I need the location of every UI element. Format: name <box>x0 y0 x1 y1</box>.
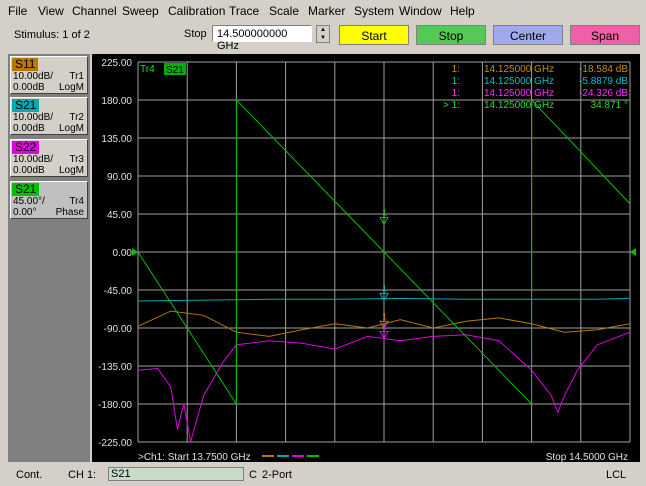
trace-box-tr1[interactable]: S11 10.00dB/ Tr1 0.00dB LogM <box>10 56 88 94</box>
start-button[interactable]: Start <box>339 25 409 45</box>
reference-left-icon <box>132 248 138 256</box>
menu-system[interactable]: System <box>354 4 394 18</box>
trace-ref: 0.00° <box>13 207 37 218</box>
menu-channel[interactable]: Channel <box>72 4 117 18</box>
menu-view[interactable]: View <box>38 4 64 18</box>
y-tick-label: 90.00 <box>107 172 132 183</box>
menu-file[interactable]: File <box>8 4 27 18</box>
marker-number: 1 <box>382 208 387 218</box>
trace-scale: 10.00dB/ <box>13 154 54 165</box>
trace-format: Phase <box>55 207 84 218</box>
status-bar: Cont. CH 1: S21 C 2-Port LCL <box>0 464 646 486</box>
spin-down-icon[interactable]: ▼ <box>317 34 329 42</box>
span-button[interactable]: Span <box>570 25 640 45</box>
marker-readout-label: 1: <box>452 88 460 99</box>
y-tick-label: 0.00 <box>113 248 133 259</box>
y-tick-label: 135.00 <box>101 134 132 145</box>
center-button[interactable]: Center <box>493 25 563 45</box>
trace-param: S21 <box>12 99 40 112</box>
marker-number: 1 <box>382 311 387 321</box>
menu-marker[interactable]: Marker <box>308 4 345 18</box>
stop-button[interactable]: Stop <box>416 25 486 45</box>
cal-indicator: C <box>249 469 257 481</box>
menu-calibration[interactable]: Calibration <box>168 4 225 18</box>
menu-sweep[interactable]: Sweep <box>122 4 159 18</box>
measurement-chart[interactable]: 225.00 180.00 135.00 90.00 45.00 0.00 -45.00 -9… <box>92 54 640 463</box>
trace-box-tr2[interactable]: S21 10.00dB/ Tr2 0.00dB LogM <box>10 97 88 135</box>
active-trace-field: S21 <box>108 467 244 481</box>
y-tick-label: -45.00 <box>104 286 133 297</box>
marker-readout-freq: 14.125000 GHz <box>484 76 554 87</box>
marker-readout-value: 34.871 ° <box>591 100 628 111</box>
y-tick-label: 180.00 <box>101 96 132 107</box>
marker-readout-value: -5.8879 dB <box>579 76 628 87</box>
trace-number: Tr4 <box>69 196 84 207</box>
stop-frequency-label: Stop 14.5000 GHz <box>546 452 628 462</box>
active-trace-param: S21 <box>166 65 184 76</box>
trace-number: Tr2 <box>69 112 84 123</box>
chart-svg: 225.00 180.00 135.00 90.00 45.00 0.00 -45.00 -9… <box>98 58 636 463</box>
marker-number: 1 <box>382 283 387 293</box>
menu-help[interactable]: Help <box>450 4 475 18</box>
y-tick-label: -180.00 <box>98 400 132 411</box>
stimulus-label: Stimulus: 1 of 2 <box>14 29 90 41</box>
trace-scale: 10.00dB/ <box>13 112 54 123</box>
menu-scale[interactable]: Scale <box>269 4 299 18</box>
stop-frequency-input[interactable]: 14.500000000 GHz <box>212 25 312 52</box>
marker-number: 1 <box>382 321 387 331</box>
trace-scale: 10.00dB/ <box>13 71 54 82</box>
trace-param: S11 <box>12 58 39 71</box>
trace-ref: 0.00dB <box>13 82 45 93</box>
menu-window[interactable]: Window <box>399 4 442 18</box>
frequency-spinner[interactable]: ▲ ▼ <box>316 25 330 43</box>
reference-right-icon <box>630 248 636 256</box>
marker-readout-value: -24.326 dB <box>579 88 628 99</box>
trace-ref: 0.00dB <box>13 165 45 176</box>
marker-readout-label: 1: <box>452 64 460 75</box>
trace-param: S21 <box>12 183 40 196</box>
ref-indicator: LCL <box>606 469 627 481</box>
active-trace-label: Tr4 <box>140 64 155 75</box>
trace-number: Tr3 <box>69 154 84 165</box>
trace-ref: 0.00dB <box>13 123 45 134</box>
start-frequency-label: >Ch1: Start 13.7500 GHz <box>138 452 251 462</box>
y-tick-label: -135.00 <box>98 362 132 373</box>
spin-up-icon[interactable]: ▲ <box>317 26 329 34</box>
trace-panel: S11 10.00dB/ Tr1 0.00dB LogM S21 10.00dB… <box>8 54 90 462</box>
trace-format: LogM <box>58 165 84 176</box>
marker-readout-label: > 1: <box>443 100 460 111</box>
stop-label: Stop <box>184 28 207 40</box>
port-indicator: 2-Port <box>262 469 292 481</box>
trace-box-tr3[interactable]: S22 10.00dB/ Tr3 0.00dB LogM <box>10 139 88 177</box>
trace-scale: 45.00°/ <box>13 196 45 207</box>
sweep-mode: Cont. <box>16 469 43 481</box>
marker-readout-freq: 14.125000 GHz <box>484 100 554 111</box>
y-tick-label: 45.00 <box>107 210 132 221</box>
trace-box-tr4[interactable]: S21 45.00°/ Tr4 0.00° Phase <box>10 181 88 219</box>
channel-label: CH 1: <box>68 469 97 481</box>
y-tick-label: -90.00 <box>104 324 133 335</box>
trace-format: LogM <box>58 82 84 93</box>
trace-number: Tr1 <box>69 71 84 82</box>
trace-param: S22 <box>12 141 40 154</box>
y-tick-label: -225.00 <box>98 438 132 449</box>
menu-bar: File View Channel Sweep Calibration Trac… <box>0 0 646 22</box>
marker-readout-value: -18.584 dB <box>579 64 628 75</box>
marker-readout-freq: 14.125000 GHz <box>484 88 554 99</box>
toolbar: Stimulus: 1 of 2 Stop 14.500000000 GHz ▲… <box>0 23 646 52</box>
menu-trace[interactable]: Trace <box>229 4 259 18</box>
y-tick-label: 225.00 <box>101 58 132 69</box>
marker-readout-freq: 14.125000 GHz <box>484 64 554 75</box>
marker-readout-label: 1: <box>452 76 460 87</box>
trace-format: LogM <box>58 123 84 134</box>
